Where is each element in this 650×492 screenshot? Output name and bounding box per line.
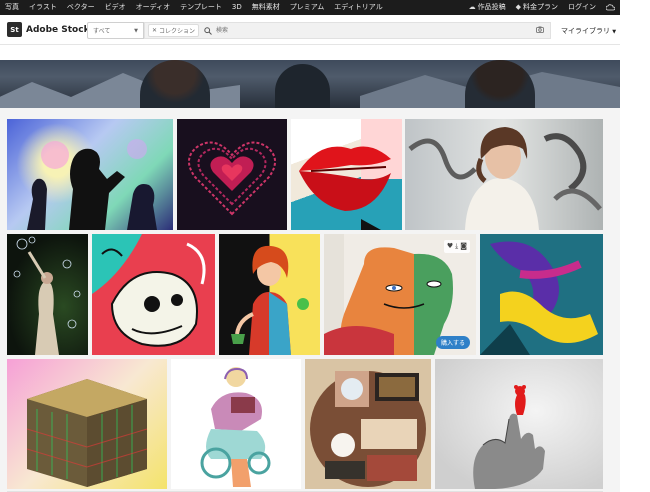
category-value: すべて — [93, 28, 111, 35]
nav-3d[interactable]: 3D — [227, 0, 247, 15]
image-tile-abstract-face[interactable] — [92, 234, 215, 355]
image-tile-lips[interactable] — [291, 119, 402, 230]
page-margin — [620, 0, 650, 492]
logo-badge: St — [7, 22, 22, 37]
collection-chip-label: コレクション — [159, 28, 196, 35]
tag-icon: ◆ — [515, 3, 521, 11]
search-icon — [204, 26, 212, 35]
person-silhouette — [275, 64, 330, 108]
download-icon[interactable]: ⤓ — [455, 242, 458, 251]
heart-icon[interactable]: ♥ — [447, 242, 453, 251]
nav-illustrations[interactable]: イラスト — [24, 0, 62, 15]
camera-search-icon[interactable] — [536, 26, 550, 35]
logo-text: Adobe Stock — [26, 24, 90, 35]
search-box: ✕ コレクション — [144, 22, 551, 39]
submit-link[interactable]: ☁ 作品投稿 — [464, 0, 511, 15]
hero-banner[interactable] — [0, 60, 620, 108]
tile-hover-actions: ♥ ⤓ ◙ — [443, 240, 470, 253]
image-tile-collage-circle[interactable] — [305, 359, 431, 489]
image-tile-cubist-faces[interactable]: ♥ ⤓ ◙ 購入する — [324, 234, 476, 355]
my-library-label: マイライブラリ — [561, 27, 610, 35]
buy-button[interactable]: 購入する — [435, 336, 470, 349]
image-gallery: ♥ ⤓ ◙ 購入する — [0, 108, 620, 492]
cloud-upload-icon: ☁ — [468, 3, 476, 11]
chevron-down-icon: ▼ — [612, 29, 617, 35]
person-silhouette — [140, 60, 210, 108]
close-icon[interactable]: ✕ — [152, 27, 157, 34]
apps-icon[interactable] — [601, 4, 620, 11]
nav-photos[interactable]: 写真 — [0, 0, 24, 15]
top-nav: 写真 イラスト ベクター ビデオ オーディオ テンプレート 3D 無料素材 プレ… — [0, 0, 620, 15]
my-library-button[interactable]: マイライブラリ ▼ — [561, 26, 616, 36]
image-tile-hands[interactable] — [480, 234, 603, 355]
collection-chip[interactable]: ✕ コレクション — [148, 24, 200, 37]
category-dropdown[interactable]: すべて ▼ — [87, 22, 144, 39]
nav-templates[interactable]: テンプレート — [175, 0, 227, 15]
chevron-down-icon: ▼ — [134, 27, 138, 34]
image-tile-cube-3d[interactable] — [7, 359, 167, 489]
person-silhouette — [465, 60, 535, 108]
image-tile-gummy-bear-hand[interactable] — [435, 359, 603, 489]
image-tile-woman-graffiti[interactable] — [405, 119, 603, 230]
search-input[interactable] — [212, 23, 536, 38]
nav-vectors[interactable]: ベクター — [62, 0, 100, 15]
image-tile-wheelchair[interactable] — [171, 359, 301, 489]
adobe-stock-logo[interactable]: St Adobe Stock — [7, 22, 90, 37]
nav-free[interactable]: 無料素材 — [247, 0, 285, 15]
submit-label: 作品投稿 — [477, 3, 506, 11]
nav-editorial[interactable]: エディトリアル — [329, 0, 387, 15]
pricing-label: 料金プラン — [523, 3, 558, 11]
camera-icon[interactable]: ◙ — [460, 242, 467, 251]
image-tile-heart[interactable] — [177, 119, 287, 230]
header: St Adobe Stock すべて ▼ ✕ コレクション マイライブラリ ▼ — [0, 15, 620, 45]
image-tile-bubbles-woman[interactable] — [7, 234, 88, 355]
search-bar: すべて ▼ ✕ コレクション — [87, 22, 551, 39]
nav-premium[interactable]: プレミアム — [285, 0, 330, 15]
nav-videos[interactable]: ビデオ — [100, 0, 131, 15]
pricing-link[interactable]: ◆ 料金プラン — [511, 0, 563, 15]
top-nav-right: ☁ 作品投稿 ◆ 料金プラン ログイン — [464, 0, 620, 15]
nav-audio[interactable]: オーディオ — [131, 0, 176, 15]
image-tile-split-woman[interactable] — [219, 234, 320, 355]
image-tile-silhouettes[interactable] — [7, 119, 173, 230]
login-link[interactable]: ログイン — [563, 0, 601, 15]
